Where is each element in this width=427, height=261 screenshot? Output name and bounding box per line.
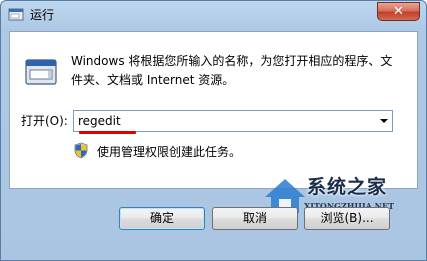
dialog-description: Windows 将根据您所输入的名称，为您打开相应的程序、文件夹、文档或 Int… xyxy=(71,54,393,87)
close-icon: ✕ xyxy=(393,4,404,19)
chevron-down-icon[interactable] xyxy=(380,119,388,123)
open-label: 打开(O): xyxy=(21,114,68,128)
close-button[interactable]: ✕ xyxy=(377,2,420,21)
window-title: 运行 xyxy=(30,8,55,22)
run-icon xyxy=(8,8,24,21)
watermark-text: 系统之家 xyxy=(307,176,388,198)
browse-button[interactable]: 浏览(B)... xyxy=(304,207,390,230)
cancel-button[interactable]: 取消 xyxy=(212,207,298,230)
admin-note: 使用管理权限创建此任务。 xyxy=(97,145,242,159)
run-dialog-icon xyxy=(25,59,57,85)
open-input[interactable] xyxy=(74,111,374,131)
dialog-content: Windows 将根据您所输入的名称，为您打开相应的程序、文件夹、文档或 Int… xyxy=(9,31,418,189)
uac-shield-icon xyxy=(74,142,88,159)
open-combobox[interactable] xyxy=(73,110,393,132)
ok-button[interactable]: 确定 xyxy=(119,207,205,230)
title-bar[interactable]: 运行 ✕ xyxy=(1,1,426,29)
highlight-underline xyxy=(79,131,136,134)
run-dialog: 运行 ✕ Windows 将根据您所输入的名称，为您打开相应的程序、文件夹、文档… xyxy=(0,0,427,261)
